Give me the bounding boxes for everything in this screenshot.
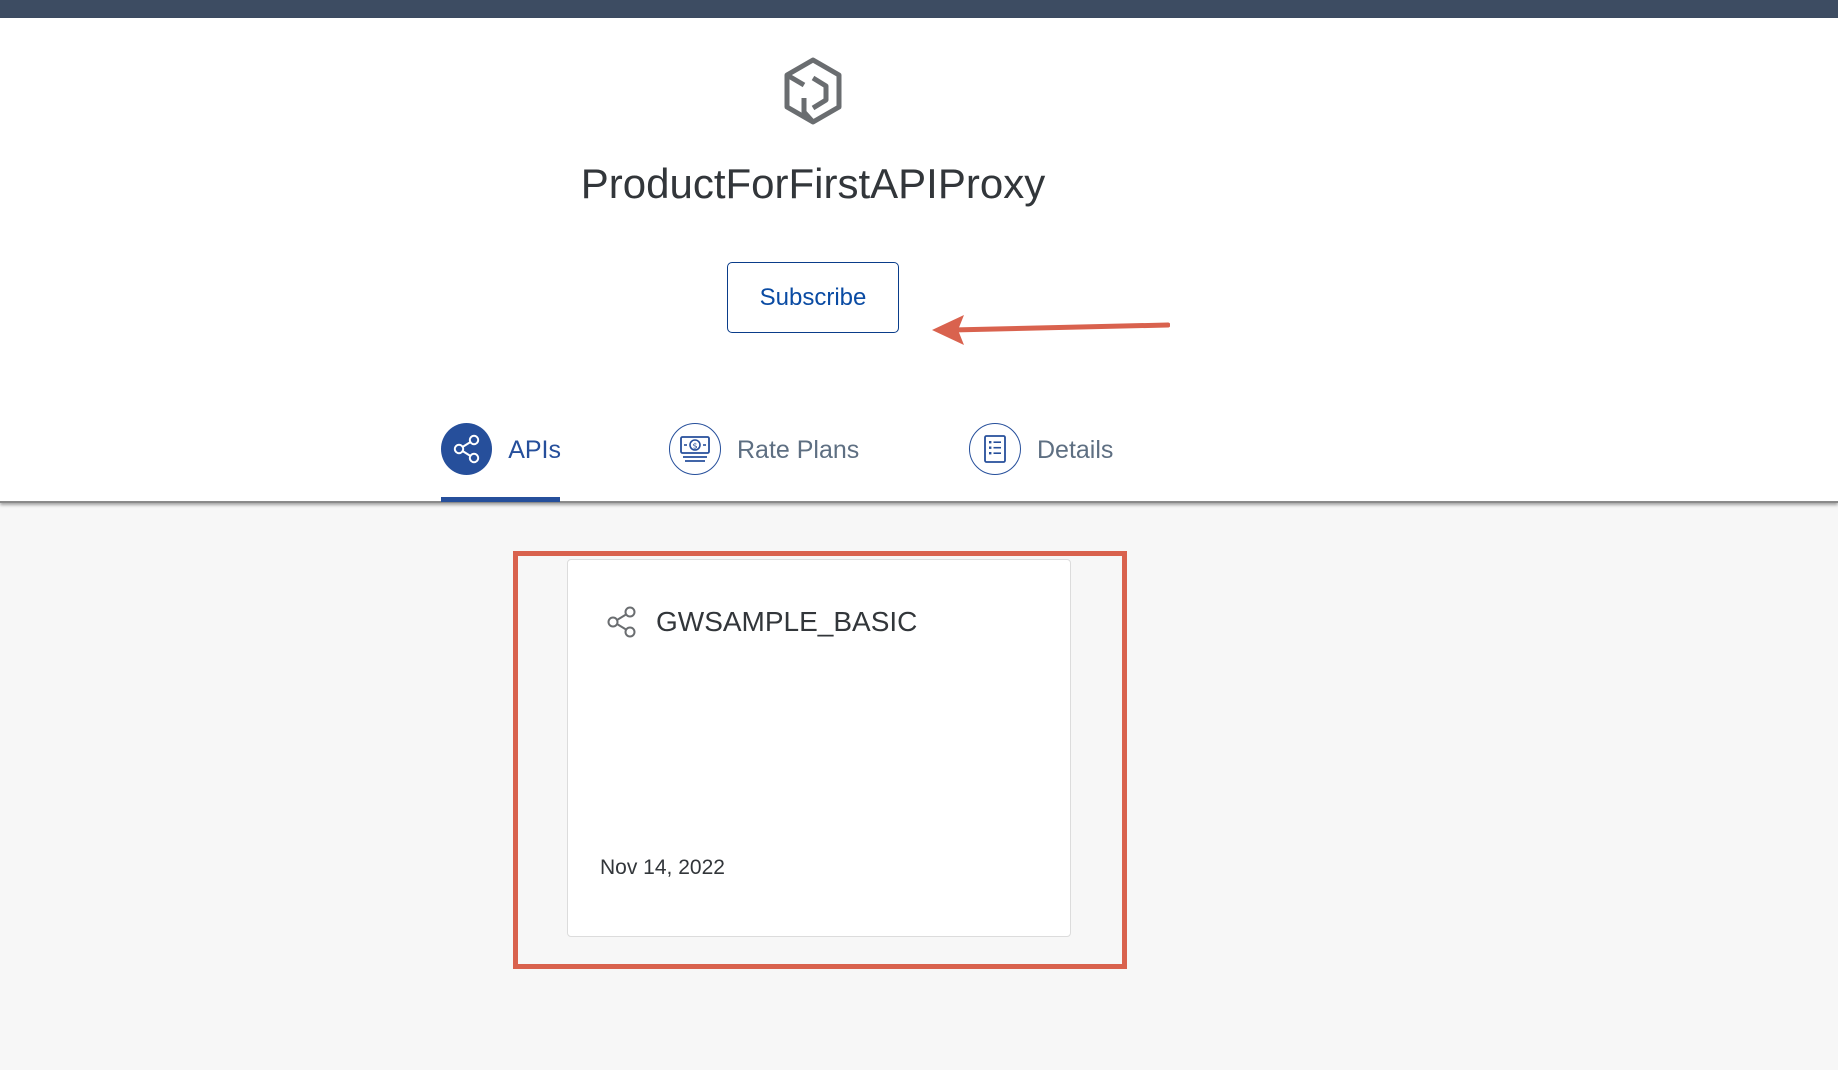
subscribe-button[interactable]: Subscribe [727, 262, 899, 333]
tab-details-label: Details [1037, 436, 1114, 464]
api-card-date: Nov 14, 2022 [600, 856, 725, 879]
tab-rate-plans[interactable]: $ Rate Plans [669, 406, 869, 502]
share-network-icon [441, 423, 493, 475]
product-header [0, 18, 1838, 503]
top-shell-bar [0, 0, 1838, 18]
tab-apis-label: APIs [508, 436, 561, 464]
tab-details[interactable]: Details [969, 406, 1129, 502]
api-card-title: GWSAMPLE_BASIC [656, 606, 918, 637]
annotation-arrow [932, 315, 1170, 345]
document-list-icon [969, 423, 1021, 475]
svg-text:$: $ [692, 442, 697, 451]
share-network-icon [607, 606, 636, 638]
money-bill-icon: $ [669, 423, 721, 475]
tab-apis[interactable]: APIs [441, 406, 561, 502]
api-card[interactable]: GWSAMPLE_BASIC Nov 14, 2022 [567, 559, 1071, 937]
tab-rate-plans-label: Rate Plans [737, 436, 860, 464]
tab-selected-indicator [441, 497, 560, 502]
product-package-icon [784, 57, 842, 125]
page-title: ProductForFirstAPIProxy [580, 160, 1046, 207]
